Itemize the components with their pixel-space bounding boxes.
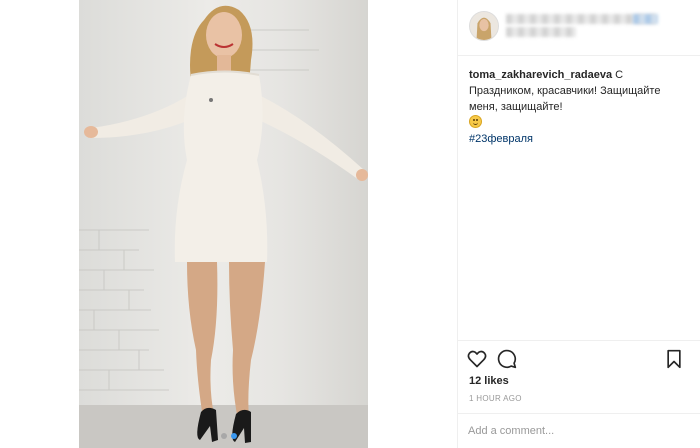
post-caption: toma_zakharevich_radaeva С Праздником, к… — [469, 67, 691, 147]
post-photo[interactable] — [79, 0, 368, 448]
post-timestamp[interactable]: 1 HOUR AGO — [469, 394, 522, 403]
carousel-indicator — [0, 433, 457, 439]
bookmark-icon[interactable] — [664, 349, 684, 369]
smile-emoji-icon — [469, 115, 482, 128]
avatar-image — [470, 12, 498, 40]
location-blurred — [506, 27, 576, 37]
comment-input[interactable] — [468, 422, 688, 440]
likes-count[interactable]: 12 likes — [469, 375, 509, 387]
post-header — [458, 0, 700, 56]
follow-link-blurred — [633, 14, 658, 24]
caption-hashtag[interactable]: #23февраля — [469, 131, 691, 147]
post-media-pane — [0, 0, 457, 448]
author-avatar[interactable] — [469, 11, 499, 41]
carousel-dot — [220, 433, 227, 439]
post-side-panel: toma_zakharevich_radaeva С Праздником, к… — [457, 0, 700, 448]
comment-bubble-icon[interactable] — [497, 349, 517, 369]
comment-box — [458, 413, 700, 448]
action-bar — [458, 340, 700, 374]
photo-illustration — [79, 5, 368, 448]
carousel-dot-active — [230, 433, 237, 439]
caption-username[interactable]: toma_zakharevich_radaeva — [469, 69, 612, 81]
heart-icon[interactable] — [467, 349, 487, 369]
